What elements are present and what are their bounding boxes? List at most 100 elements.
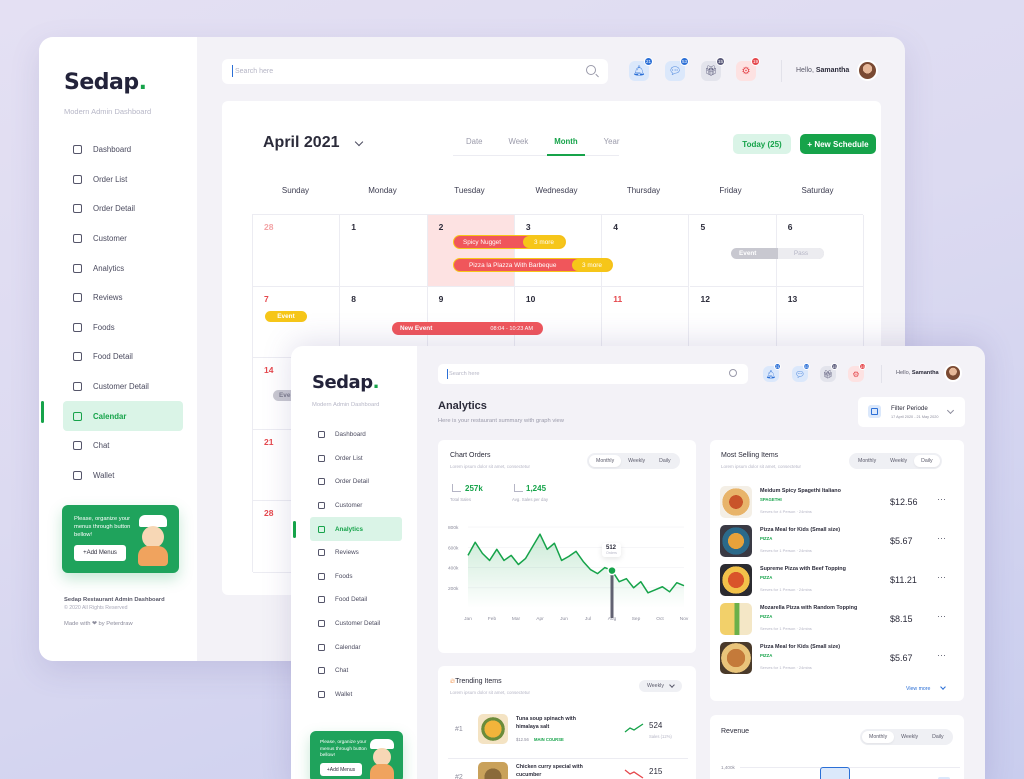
sidebar-item-calendar[interactable]: Calendar bbox=[63, 401, 183, 431]
calendar-day[interactable]: 3 bbox=[514, 215, 603, 287]
add-menus-button[interactable]: +Add Menus bbox=[74, 545, 126, 561]
card-title: Revenue bbox=[721, 728, 750, 735]
highlight-guide bbox=[610, 570, 614, 618]
trending-row[interactable]: #2 Chicken curry special with cucumber 2… bbox=[448, 762, 688, 779]
user-icon bbox=[73, 234, 82, 244]
new-schedule-button[interactable]: + New Schedule bbox=[800, 134, 876, 154]
avatar[interactable] bbox=[944, 364, 962, 382]
chevron-down-icon[interactable] bbox=[354, 137, 364, 147]
chat-icon bbox=[73, 441, 82, 451]
list-item[interactable]: Mozarella Pizza with Random Topping PIZZA… bbox=[720, 603, 952, 637]
sidebar-item-chat[interactable]: Chat bbox=[63, 431, 183, 461]
list-item[interactable]: Supreme Pizza with Beef Topping PIZZA Serv… bbox=[720, 564, 952, 598]
analytics-icon bbox=[318, 525, 325, 533]
sidebar-item-customer[interactable]: Customer bbox=[63, 224, 183, 254]
sidebar-item-order-list[interactable]: Order List bbox=[63, 165, 183, 195]
card-subtitle: Lorem ipsum dolor sit amet, consectetur bbox=[450, 690, 531, 695]
greeting: Hello, Samantha bbox=[896, 370, 939, 376]
period-weekly[interactable]: Weekly bbox=[883, 455, 914, 467]
event-new-event[interactable]: New Event 08:04 - 10:23 AM bbox=[392, 322, 543, 335]
trending-value: 215 bbox=[649, 767, 663, 776]
calendar-day[interactable]: 4 bbox=[602, 215, 690, 287]
tab-year[interactable]: Year bbox=[604, 137, 620, 146]
item-name: Meidum Spicy Spagethi Italiano bbox=[760, 488, 841, 494]
calendar-day[interactable]: 28 bbox=[253, 215, 341, 287]
highlight-point[interactable] bbox=[607, 565, 617, 576]
trending-row[interactable]: #1 Tuna soup spinach with himalaya salt … bbox=[448, 714, 688, 752]
brand-logo[interactable]: Sedap. bbox=[312, 372, 379, 393]
sidebar-item-analytics[interactable]: Analytics bbox=[310, 517, 402, 541]
filter-period[interactable]: Filter Periode 17 April 2020 - 21 May 20… bbox=[858, 397, 965, 427]
sidebar-item-label: Food Detail bbox=[335, 596, 368, 604]
search-placeholder[interactable]: Search here bbox=[235, 68, 273, 75]
event-spicy-nugget[interactable]: Spicy Nugget 3 more bbox=[453, 235, 566, 249]
more-options-icon[interactable]: ··· bbox=[937, 533, 946, 543]
calendar-day[interactable]: 1 bbox=[340, 215, 428, 287]
event-tag[interactable]: Event bbox=[265, 311, 307, 322]
sidebar-item-dashboard[interactable]: Dashboard bbox=[310, 423, 402, 447]
sidebar-item-dashboard[interactable]: Dashboard bbox=[63, 135, 183, 165]
sidebar-item-wallet[interactable]: Wallet bbox=[310, 683, 402, 707]
period-monthly[interactable]: Monthly bbox=[851, 455, 883, 467]
sidebar-item-customer-detail[interactable]: Customer Detail bbox=[310, 612, 402, 636]
sidebar-item-food-detail[interactable]: Food Detail bbox=[63, 342, 183, 372]
period-monthly[interactable]: Monthly bbox=[862, 731, 895, 743]
avatar[interactable] bbox=[857, 60, 878, 81]
search-bar[interactable]: Search here bbox=[438, 364, 748, 384]
event-title: Event bbox=[739, 250, 757, 257]
trending-rank: #2 bbox=[455, 774, 463, 779]
event-more[interactable]: 3 more bbox=[572, 259, 612, 271]
period-weekly[interactable]: Weekly bbox=[894, 731, 925, 743]
tab-month[interactable]: Month bbox=[554, 137, 577, 146]
more-options-icon[interactable]: ··· bbox=[937, 494, 946, 504]
sidebar-item-calendar[interactable]: Calendar bbox=[310, 635, 402, 659]
period-weekly[interactable]: Weekly bbox=[621, 455, 652, 467]
event-more[interactable]: 3 more bbox=[523, 236, 565, 248]
event-pass[interactable]: Event Pass bbox=[731, 248, 824, 259]
sidebar-item-wallet[interactable]: Wallet bbox=[63, 461, 183, 491]
search-bar[interactable]: Search here bbox=[222, 59, 608, 84]
more-options-icon[interactable]: ··· bbox=[937, 611, 946, 621]
sidebar-item-analytics[interactable]: Analytics bbox=[63, 253, 183, 283]
sidebar-item-food-detail[interactable]: Food Detail bbox=[310, 588, 402, 612]
period-monthly[interactable]: Monthly bbox=[589, 455, 622, 467]
sidebar-item-order-detail[interactable]: Order Detail bbox=[310, 470, 402, 494]
sidebar-item-order-list[interactable]: Order List bbox=[310, 447, 402, 471]
sidebar-item-chat[interactable]: Chat bbox=[310, 659, 402, 683]
sidebar-item-foods[interactable]: Foods bbox=[310, 565, 402, 589]
y-tick-label: 600k bbox=[448, 545, 459, 551]
today-button[interactable]: Today (25) bbox=[733, 134, 791, 154]
order-detail-icon bbox=[318, 478, 325, 486]
list-item[interactable]: Pizza Meal for Kids (Small size) PIZZA Ser… bbox=[720, 525, 952, 559]
list-item[interactable]: Meidum Spicy Spagethi Italiano SPAGETHI Se… bbox=[720, 486, 952, 520]
brand-logo[interactable]: Sedap. bbox=[64, 70, 147, 95]
event-pizza-la-plazza[interactable]: Pizza la Plazza With Barbeque 3 more bbox=[453, 258, 613, 272]
period-daily[interactable]: Daily bbox=[914, 455, 940, 467]
sidebar-item-reviews[interactable]: Reviews bbox=[63, 283, 183, 313]
card-title: Most Selling Items bbox=[721, 452, 779, 459]
more-options-icon[interactable]: ··· bbox=[937, 572, 946, 582]
sidebar-item-order-detail[interactable]: Order Detail bbox=[63, 194, 183, 224]
period-daily[interactable]: Daily bbox=[925, 731, 951, 743]
add-menus-button[interactable]: +Add Menus bbox=[320, 763, 362, 776]
list-item[interactable]: Pizza Meal for Kids (Small size) PIZZA Ser… bbox=[720, 642, 952, 676]
chevron-down-icon[interactable] bbox=[940, 684, 946, 690]
sidebar-item-foods[interactable]: Foods bbox=[63, 313, 183, 343]
tab-week[interactable]: Week bbox=[508, 137, 528, 146]
gift-badge: 15 bbox=[716, 57, 725, 66]
notification-badge: 21 bbox=[774, 363, 781, 370]
more-options-icon[interactable]: ··· bbox=[937, 650, 946, 660]
view-more-link[interactable]: View more bbox=[906, 686, 930, 692]
sidebar-item-reviews[interactable]: Reviews bbox=[310, 541, 402, 565]
search-icon[interactable] bbox=[729, 369, 737, 377]
sidebar-item-customer[interactable]: Customer bbox=[310, 494, 402, 518]
weekday-label: Saturday bbox=[801, 186, 834, 195]
sidebar-item-label: Dashboard bbox=[93, 145, 132, 155]
food-image bbox=[720, 603, 752, 635]
sidebar-item-customer-detail[interactable]: Customer Detail bbox=[63, 372, 183, 402]
search-placeholder[interactable]: Search here bbox=[449, 371, 479, 377]
calendar-day[interactable]: 2 bbox=[427, 215, 515, 287]
tab-date[interactable]: Date bbox=[466, 137, 482, 146]
period-dropdown[interactable]: Weekly bbox=[639, 680, 682, 692]
period-daily[interactable]: Daily bbox=[652, 455, 678, 467]
